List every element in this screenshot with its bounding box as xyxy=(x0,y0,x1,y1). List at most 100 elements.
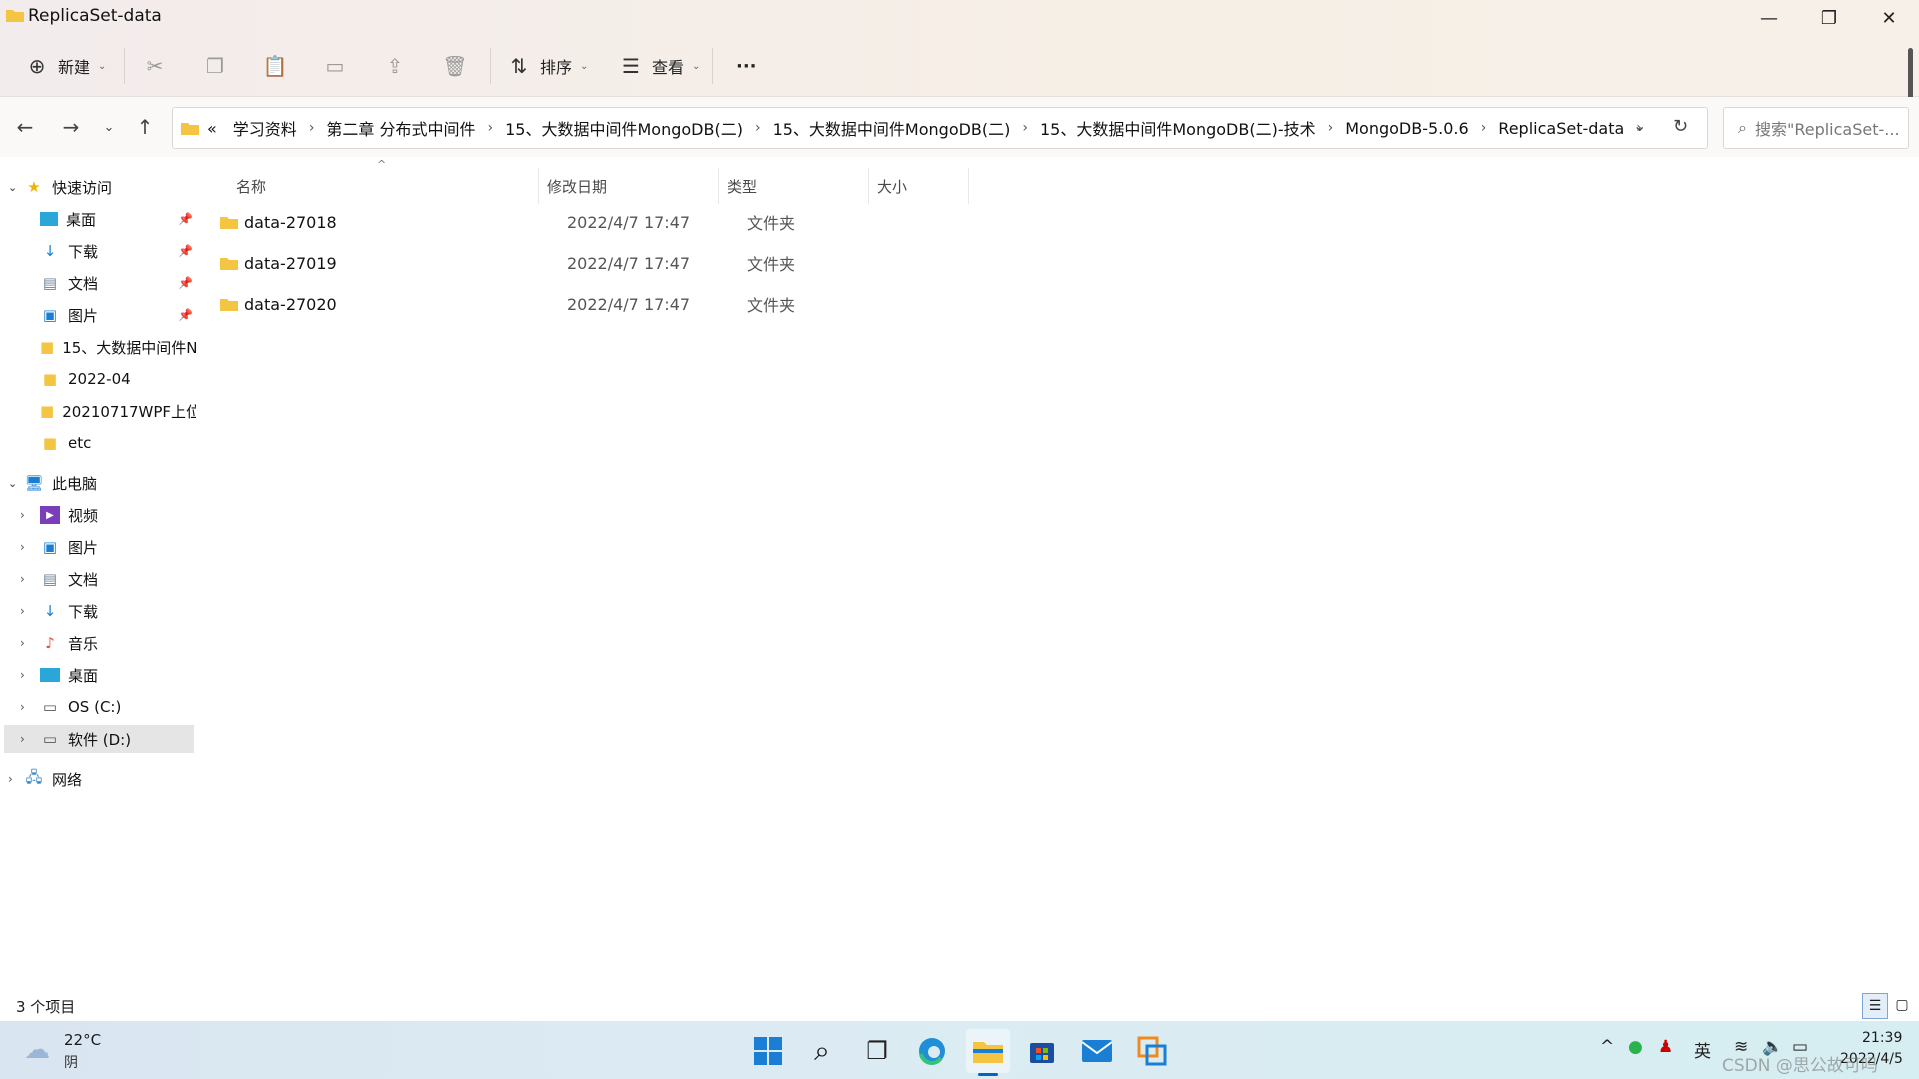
forward-button[interactable]: → xyxy=(56,112,86,142)
column-header-size[interactable]: 大小 xyxy=(877,168,967,204)
chevron-right-icon[interactable]: › xyxy=(1018,120,1032,136)
sidebar-item-downloads[interactable]: ↓ 下载 xyxy=(40,237,190,265)
breadcrumb-item[interactable]: 学习资料 xyxy=(225,116,305,140)
cut-button[interactable]: ✂ xyxy=(142,50,168,82)
chevron-right-icon[interactable]: › xyxy=(20,636,40,650)
chevron-right-icon[interactable]: › xyxy=(751,120,765,136)
column-divider[interactable] xyxy=(968,168,969,204)
view-button[interactable]: ☰ 查看 ⌄ xyxy=(618,50,700,82)
chevron-right-icon[interactable]: › xyxy=(20,508,40,522)
picture-icon: ▣ xyxy=(42,538,58,556)
file-row[interactable]: data-27019 2022/4/7 17:47 文件夹 xyxy=(216,245,1176,281)
sidebar-item-downloads[interactable]: › ↓ 下载 xyxy=(20,597,196,625)
breadcrumb-overflow[interactable]: « xyxy=(199,119,225,138)
chevron-right-icon[interactable]: › xyxy=(484,120,498,136)
close-button[interactable]: ✕ xyxy=(1859,0,1919,36)
rename-button[interactable]: ▭ xyxy=(322,50,348,82)
delete-button[interactable]: 🗑 xyxy=(442,50,468,82)
file-explorer-icon[interactable] xyxy=(966,1029,1010,1073)
breadcrumb-item[interactable]: 第二章 分布式中间件 xyxy=(318,116,483,140)
wechat-icon[interactable]: ● xyxy=(1628,1037,1643,1057)
sidebar-item-pictures[interactable]: › ▣ 图片 xyxy=(20,533,196,561)
copy-button[interactable]: ❐ xyxy=(202,50,228,82)
file-type: 文件夹 xyxy=(747,296,796,315)
address-bar[interactable]: « 学习资料 › 第二章 分布式中间件 › 15、大数据中间件MongoDB(二) ›… xyxy=(172,107,1708,149)
sidebar-item-drive-c[interactable]: › ▭ OS (C:) xyxy=(20,693,196,721)
restore-button[interactable]: ❐ xyxy=(1799,0,1859,36)
status-bar: 3 个项目 ☰ ▢ xyxy=(0,990,1919,1020)
column-header-date[interactable]: 修改日期 xyxy=(547,168,717,204)
sort-button[interactable]: ⇅ 排序 ⌄ xyxy=(506,50,589,82)
task-view-icon[interactable]: ❐ xyxy=(855,1029,899,1073)
column-divider[interactable] xyxy=(718,168,719,204)
input-method[interactable]: 英 xyxy=(1694,1037,1711,1062)
breadcrumb-item[interactable]: MongoDB-5.0.6 xyxy=(1337,119,1476,138)
edge-browser-icon[interactable] xyxy=(910,1029,954,1073)
pin-icon[interactable]: 📌 xyxy=(178,244,193,258)
breadcrumb-item[interactable]: 15、大数据中间件MongoDB(二) xyxy=(497,116,751,140)
sidebar-item-label: 桌面 xyxy=(68,666,99,685)
share-button[interactable]: ⇪ xyxy=(382,50,408,82)
breadcrumb-item[interactable]: ReplicaSet-data xyxy=(1490,119,1632,138)
tiles-view-icon[interactable]: ▢ xyxy=(1890,993,1914,1017)
sidebar-item-folder[interactable]: ■ 15、大数据中间件N xyxy=(40,333,196,361)
qq-icon[interactable]: ♟ xyxy=(1658,1037,1673,1057)
breadcrumb-item[interactable]: 15、大数据中间件MongoDB(二) xyxy=(765,116,1019,140)
chevron-right-icon[interactable]: › xyxy=(20,540,40,554)
column-divider[interactable] xyxy=(538,168,539,204)
chevron-right-icon[interactable]: › xyxy=(20,700,40,714)
new-button[interactable]: ⊕ 新建 ⌄ xyxy=(24,50,107,82)
sidebar-item-folder[interactable]: ■ 2022-04 xyxy=(40,365,196,393)
weather-temp[interactable]: 22°C xyxy=(64,1031,101,1049)
sidebar-quick-access[interactable]: ⌄ ★ 快速访问 xyxy=(8,173,112,201)
clock-time[interactable]: 21:39 xyxy=(1862,1030,1902,1046)
weather-cloud-icon[interactable]: ☁ xyxy=(24,1035,50,1065)
chevron-right-icon[interactable]: › xyxy=(1477,120,1491,136)
refresh-icon[interactable]: ↻ xyxy=(1673,116,1688,137)
details-view-icon[interactable]: ☰ xyxy=(1862,993,1888,1019)
mail-icon[interactable] xyxy=(1075,1029,1119,1073)
pin-icon[interactable]: 📌 xyxy=(178,212,193,226)
sidebar-item-desktop[interactable]: 桌面 xyxy=(40,205,190,233)
sidebar-item-folder[interactable]: ■ etc xyxy=(40,429,196,457)
chevron-right-icon[interactable]: › xyxy=(20,572,40,586)
file-row[interactable]: data-27020 2022/4/7 17:47 文件夹 xyxy=(216,286,1176,322)
search-input[interactable]: ⌕ 搜索"ReplicaSet-... xyxy=(1723,107,1909,149)
chevron-right-icon[interactable]: › xyxy=(8,772,24,786)
up-button[interactable]: ↑ xyxy=(130,112,160,142)
paste-button[interactable]: 📋 xyxy=(262,50,288,82)
sidebar-network[interactable]: › 🖧 网络 xyxy=(8,765,82,793)
sidebar-item-desktop[interactable]: › 桌面 xyxy=(20,661,196,689)
column-divider[interactable] xyxy=(868,168,869,204)
chevron-right-icon[interactable]: › xyxy=(305,120,319,136)
sidebar-item-drive-d[interactable]: › ▭ 软件 (D:) xyxy=(4,725,194,753)
file-row[interactable]: data-27018 2022/4/7 17:47 文件夹 xyxy=(216,204,1176,240)
microsoft-store-icon[interactable] xyxy=(1020,1029,1064,1073)
column-header-name[interactable]: 名称 xyxy=(236,168,532,204)
breadcrumb-item[interactable]: 15、大数据中间件MongoDB(二)-技术 xyxy=(1032,116,1324,140)
recent-locations-button[interactable]: ⌄ xyxy=(94,112,124,142)
address-dropdown-icon[interactable]: ⌄ xyxy=(1633,116,1646,135)
chevron-right-icon[interactable]: › xyxy=(20,668,40,682)
weather-desc[interactable]: 阴 xyxy=(64,1052,78,1072)
minimize-button[interactable]: — xyxy=(1739,0,1799,36)
remote-app-icon[interactable] xyxy=(1130,1029,1174,1073)
sidebar-item-pictures[interactable]: ▣ 图片 xyxy=(40,301,190,329)
sidebar-item-videos[interactable]: › ▶ 视频 xyxy=(20,501,196,529)
pin-icon[interactable]: 📌 xyxy=(178,276,193,290)
sidebar-item-folder[interactable]: ■ 20210717WPF上位 xyxy=(40,397,196,425)
column-header-type[interactable]: 类型 xyxy=(727,168,867,204)
show-hidden-icons[interactable]: ^ xyxy=(1600,1037,1614,1057)
chevron-right-icon[interactable]: › xyxy=(20,732,40,746)
sidebar-item-documents[interactable]: › ▤ 文档 xyxy=(20,565,196,593)
chevron-right-icon[interactable]: › xyxy=(1324,120,1338,136)
chevron-right-icon[interactable]: › xyxy=(20,604,40,618)
search-icon[interactable]: ⌕ xyxy=(800,1029,844,1073)
more-options-button[interactable]: ··· xyxy=(736,50,757,82)
pin-icon[interactable]: 📌 xyxy=(178,308,193,322)
sidebar-this-pc[interactable]: ⌄ 🖥 此电脑 xyxy=(8,469,97,497)
start-button[interactable] xyxy=(746,1029,790,1073)
sidebar-item-music[interactable]: › ♪ 音乐 xyxy=(20,629,196,657)
sidebar-item-documents[interactable]: ▤ 文档 xyxy=(40,269,190,297)
back-button[interactable]: ← xyxy=(10,112,40,142)
